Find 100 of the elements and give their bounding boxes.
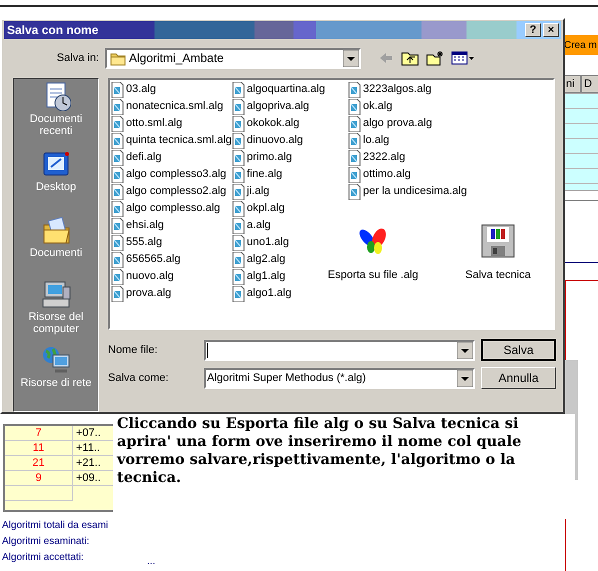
file-icon	[111, 234, 124, 250]
table-cell: 21	[5, 456, 73, 470]
file-icon	[348, 166, 361, 182]
file-item[interactable]: 656565.alg	[111, 251, 180, 268]
file-icon	[111, 98, 124, 114]
file-item[interactable]: alg1.alg	[232, 268, 286, 285]
file-item[interactable]: prova.alg	[111, 285, 172, 302]
file-item[interactable]: algo complesso3.alg	[111, 166, 226, 183]
file-icon	[232, 116, 245, 132]
file-name-label: Nome file:	[108, 342, 159, 358]
file-item[interactable]: defi.alg	[111, 149, 162, 166]
place-button[interactable]: Risorse del computer	[14, 279, 98, 345]
file-item[interactable]: a.alg	[232, 217, 271, 234]
note-text: Cliccando su Esporta file alg o su Salva tecnica si aprira' una form ove inseriremo il nome col quale vorremo salvare,rispettivamente, l'algoritmo o la tecnica.	[117, 415, 522, 487]
file-icon	[111, 286, 124, 302]
file-item[interactable]: algoquartina.alg	[232, 81, 326, 98]
file-item[interactable]: primo.alg	[232, 149, 292, 166]
file-item[interactable]: nonatecnica.sml.alg	[111, 98, 224, 115]
save-as-label: Salva come:	[108, 370, 170, 386]
table-cell-text: +21..	[75, 456, 101, 470]
file-item[interactable]: ji.alg	[232, 183, 270, 200]
place-button[interactable]: Documenti	[14, 215, 98, 279]
dropdown-value: Algoritmi_Ambate	[129, 50, 225, 67]
file-item[interactable]: okpl.alg	[232, 200, 285, 217]
text-cursor	[207, 342, 208, 358]
file-item[interactable]: fine.alg	[232, 166, 282, 183]
file-item[interactable]: 03.alg	[111, 81, 156, 98]
stat-label: Algoritmi accettati:	[2, 551, 85, 565]
file-item[interactable]: alg2.alg	[232, 251, 286, 268]
file-item[interactable]: algo complesso2.alg	[111, 183, 226, 200]
shortcut-item[interactable]: Salva tecnica	[443, 224, 553, 284]
file-item[interactable]: dinuovo.alg	[232, 132, 304, 149]
file-item[interactable]: algopriva.alg	[232, 98, 310, 115]
window-title: Salva con nome	[6, 22, 100, 39]
save-in-dropdown[interactable]: Algoritmi_Ambate	[105, 48, 361, 68]
file-icon	[111, 82, 124, 98]
stat-label: Algoritmi totali da esami	[2, 519, 110, 533]
file-item[interactable]: quinta tecnica.sml.alg	[111, 132, 232, 149]
file-icon	[232, 200, 245, 216]
file-icon	[232, 234, 245, 250]
file-item[interactable]: ehsi.alg	[111, 217, 164, 234]
file-item[interactable]: algo complesso.alg	[111, 200, 220, 217]
file-icon	[111, 218, 124, 234]
file-icon	[111, 132, 124, 148]
file-item[interactable]: algo prova.alg	[348, 115, 432, 132]
file-icon	[232, 252, 245, 268]
file-item[interactable]: ottimo.alg	[348, 166, 411, 183]
save-button[interactable]: Salva	[481, 339, 556, 361]
table-cell-text: +11..	[75, 441, 100, 455]
stat-label: Algoritmi esaminati:	[2, 535, 90, 549]
file-icon	[232, 98, 245, 114]
table-cell: 11	[5, 441, 73, 455]
up-folder-button[interactable]	[401, 50, 419, 66]
folder-up-icon	[401, 50, 419, 66]
file-item[interactable]: 3223algos.alg	[348, 81, 432, 98]
save-in-label: Salva in:	[56, 50, 100, 66]
file-item[interactable]: okokok.alg	[232, 115, 300, 132]
file-icon	[111, 116, 124, 132]
create-button[interactable]: Crea m	[563, 35, 598, 55]
file-icon	[348, 82, 361, 98]
file-item[interactable]: lo.alg	[348, 132, 390, 149]
file-icon	[348, 98, 361, 114]
file-item[interactable]: algo1.alg	[232, 285, 292, 302]
file-icon	[232, 268, 245, 284]
file-icon	[232, 132, 245, 148]
file-item[interactable]: nuovo.alg	[111, 268, 174, 285]
shortcut-item[interactable]: Esporta su file .alg	[318, 224, 428, 284]
back-arrow-icon	[378, 50, 394, 66]
table-cell-text: +09..	[75, 471, 101, 485]
file-icon	[348, 132, 361, 148]
file-item[interactable]: 555.alg	[111, 234, 162, 251]
cancel-button[interactable]: Annulla	[481, 367, 556, 389]
help-button[interactable]: ?	[525, 23, 541, 37]
file-icon	[232, 150, 245, 166]
dropdown-value: Algoritmi Super Methodus (*.alg)	[206, 370, 367, 386]
file-item[interactable]: per la undicesima.alg	[348, 183, 467, 200]
save-as-dropdown[interactable]: Algoritmi Super Methodus (*.alg)	[204, 368, 475, 388]
network-icon	[41, 345, 71, 375]
new-folder-button[interactable]	[426, 50, 444, 66]
close-button[interactable]: ×	[543, 23, 559, 37]
place-button[interactable]: Documenti recenti	[14, 81, 98, 149]
file-item[interactable]: otto.sml.alg	[111, 115, 182, 132]
stat-value: ...	[147, 555, 156, 565]
file-icon	[232, 82, 245, 98]
file-icon	[232, 184, 245, 200]
view-menu-button[interactable]	[451, 50, 475, 66]
file-icon	[111, 200, 124, 216]
file-icon	[111, 184, 124, 200]
file-item[interactable]: uno1.alg	[232, 234, 289, 251]
file-item[interactable]: ok.alg	[348, 98, 392, 115]
file-name-field[interactable]	[204, 340, 475, 360]
place-button[interactable]: Desktop	[14, 149, 98, 215]
documents-icon	[41, 215, 71, 245]
dropdown-arrow-icon	[343, 50, 359, 66]
file-item[interactable]: 2322.alg	[348, 149, 406, 166]
table-cell: 7	[5, 426, 73, 440]
file-icon	[348, 184, 361, 200]
place-button[interactable]: Risorse di rete	[14, 345, 98, 405]
view-list-icon	[451, 50, 475, 66]
table-cell: 9	[5, 471, 73, 485]
